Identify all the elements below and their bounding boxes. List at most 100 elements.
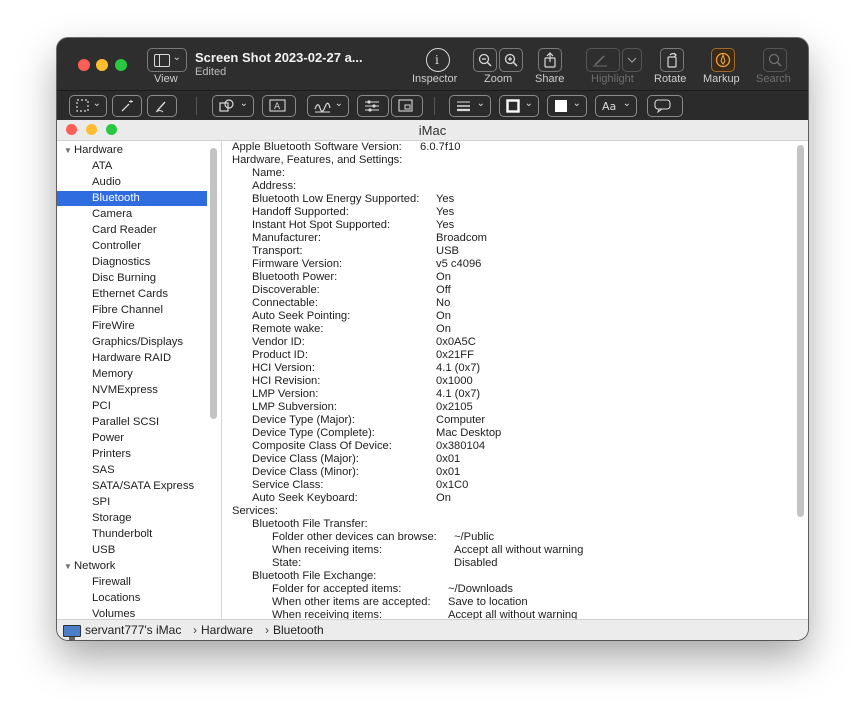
adjust-color-button[interactable] [357,95,389,117]
detail-key: Product ID: [252,349,308,361]
sidebar-item-label: Audio [92,176,121,188]
sidebar-group[interactable]: ▼ Hardware [57,143,207,158]
sidebar-item[interactable]: Bluetooth [57,191,207,206]
detail-key: Device Class (Major): [252,453,359,465]
sidebar-item-label: Controller [92,240,141,252]
sidebar-item[interactable]: PCI [57,399,207,414]
sidebar-item-label: ATA [92,160,113,172]
shapes-button[interactable]: ⌄ [212,95,254,117]
minimize-button[interactable] [96,59,108,71]
sidebar-item[interactable]: Diagnostics [57,255,207,270]
border-color-button[interactable]: ⌄ [499,95,539,117]
document-status: Edited [195,66,227,78]
sidebar-item[interactable]: Locations [57,591,207,606]
sidebar-item-label: Hardware RAID [92,352,172,364]
sidebar-item-label: SATA/SATA Express [92,480,195,492]
sidebar-item[interactable]: Camera [57,207,207,222]
sidebar-item[interactable]: Hardware RAID [57,351,207,366]
search-button[interactable] [763,48,787,72]
detail-key: When receiving items: [272,609,383,619]
zoom-out-button[interactable] [473,48,497,72]
sidebar-item-label: Parallel SCSI [92,416,160,428]
sign-button[interactable]: ⌄ [307,95,349,117]
detail-value: On [436,492,451,504]
detail-value: Save to location [448,596,528,608]
detail-value: On [436,310,451,322]
sidebar-item[interactable]: NVMExpress [57,383,207,398]
sidebar-item[interactable]: SPI [57,495,207,510]
sidebar-item[interactable]: Printers [57,447,207,462]
detail-value: On [436,271,451,283]
highlight-button[interactable] [586,48,620,72]
sidebar-item-label: Fibre Channel [92,304,163,316]
markup-button[interactable] [711,48,735,72]
magic-wand-icon [121,100,133,112]
detail-key: Bluetooth Power: [252,271,338,283]
sidebar-item[interactable]: Graphics/Displays [57,335,207,350]
text-tool-button[interactable]: A [262,95,296,117]
detail-value: Yes [436,206,455,218]
sidebar-item[interactable]: USB [57,543,207,558]
sidebar-item[interactable]: SATA/SATA Express [57,479,207,494]
svg-text:i: i [435,53,439,67]
view-button[interactable]: ⌄ [147,48,187,72]
detail-value: 0x01 [436,466,461,478]
detail-value: 0x0A5C [436,336,476,348]
content-scroll-thumb[interactable] [797,145,804,517]
breadcrumb-bluetooth: Bluetooth [273,623,324,637]
inspector-button[interactable]: i [426,48,450,72]
annotate-button[interactable] [647,95,683,117]
sidebar-item[interactable]: Parallel SCSI [57,415,207,430]
detail-key: Discoverable: [252,284,320,296]
detail-key: Device Type (Complete): [252,427,375,439]
detail-value: v5 c4096 [436,258,482,270]
zoom-window-button[interactable] [115,59,127,71]
adjust-size-button[interactable] [391,95,423,117]
text-style-button[interactable]: Aa ⌄ [595,95,637,117]
sidebar-item[interactable]: FireWire [57,319,207,334]
sidebar-item[interactable]: Controller [57,239,207,254]
detail-key: Services: [232,505,279,517]
sketch-tool-button[interactable] [147,95,177,117]
detail-value: No [436,297,451,309]
sidebar-item[interactable]: Card Reader [57,223,207,238]
sidebar-item[interactable]: Power [57,431,207,446]
sidebar-item[interactable]: SAS [57,463,207,478]
sidebar-item[interactable]: ATA [57,159,207,174]
sidebar-item[interactable]: Thunderbolt [57,527,207,542]
sidebar-item[interactable]: Volumes [57,607,207,619]
breadcrumb-separator: › [265,623,269,637]
sidebar-item[interactable]: Audio [57,175,207,190]
share-button[interactable] [538,48,562,72]
content-scrollbar[interactable] [797,145,805,615]
document-title[interactable]: Screen Shot 2023-02-27 a... [195,50,363,65]
sidebar-item[interactable]: Storage [57,511,207,526]
fill-color-button[interactable]: ⌄ [547,95,587,117]
detail-value: Disabled [454,557,498,569]
markup-toolbar: ⌄ ⌄ A ⌄ ⌄ ⌄ ⌄ Aa ⌄ [57,90,808,121]
selection-tool-button[interactable]: ⌄ [69,95,107,117]
sidebar-item[interactable]: Memory [57,367,207,382]
sidebar-group[interactable]: ▼ Network [57,559,207,574]
highlight-menu-button[interactable] [622,48,642,72]
instant-alpha-button[interactable] [112,95,142,117]
sidebar-item[interactable]: Firewall [57,575,207,590]
zoom-in-button[interactable] [499,48,523,72]
rotate-button[interactable] [660,48,684,72]
shape-style-button[interactable]: ⌄ [449,95,491,117]
markup-pen-icon [715,52,731,68]
chevron-down-icon [627,57,637,63]
sidebar-item-label: Thunderbolt [92,528,153,540]
disclosure-triangle-icon[interactable]: ▼ [64,143,74,158]
sidebar-scroll-thumb[interactable] [210,148,217,419]
toolbar-divider [434,97,435,115]
detail-value: 6.0.7f10 [420,141,461,153]
disclosure-triangle-icon[interactable]: ▼ [64,559,74,574]
sidebar-scrollbar[interactable] [210,141,218,619]
close-button[interactable] [78,59,90,71]
sidebar-item[interactable]: Fibre Channel [57,303,207,318]
detail-key: Name: [252,167,285,179]
sidebar-item-label: PCI [92,400,111,412]
sidebar-item[interactable]: Disc Burning [57,271,207,286]
sidebar-item[interactable]: Ethernet Cards [57,287,207,302]
